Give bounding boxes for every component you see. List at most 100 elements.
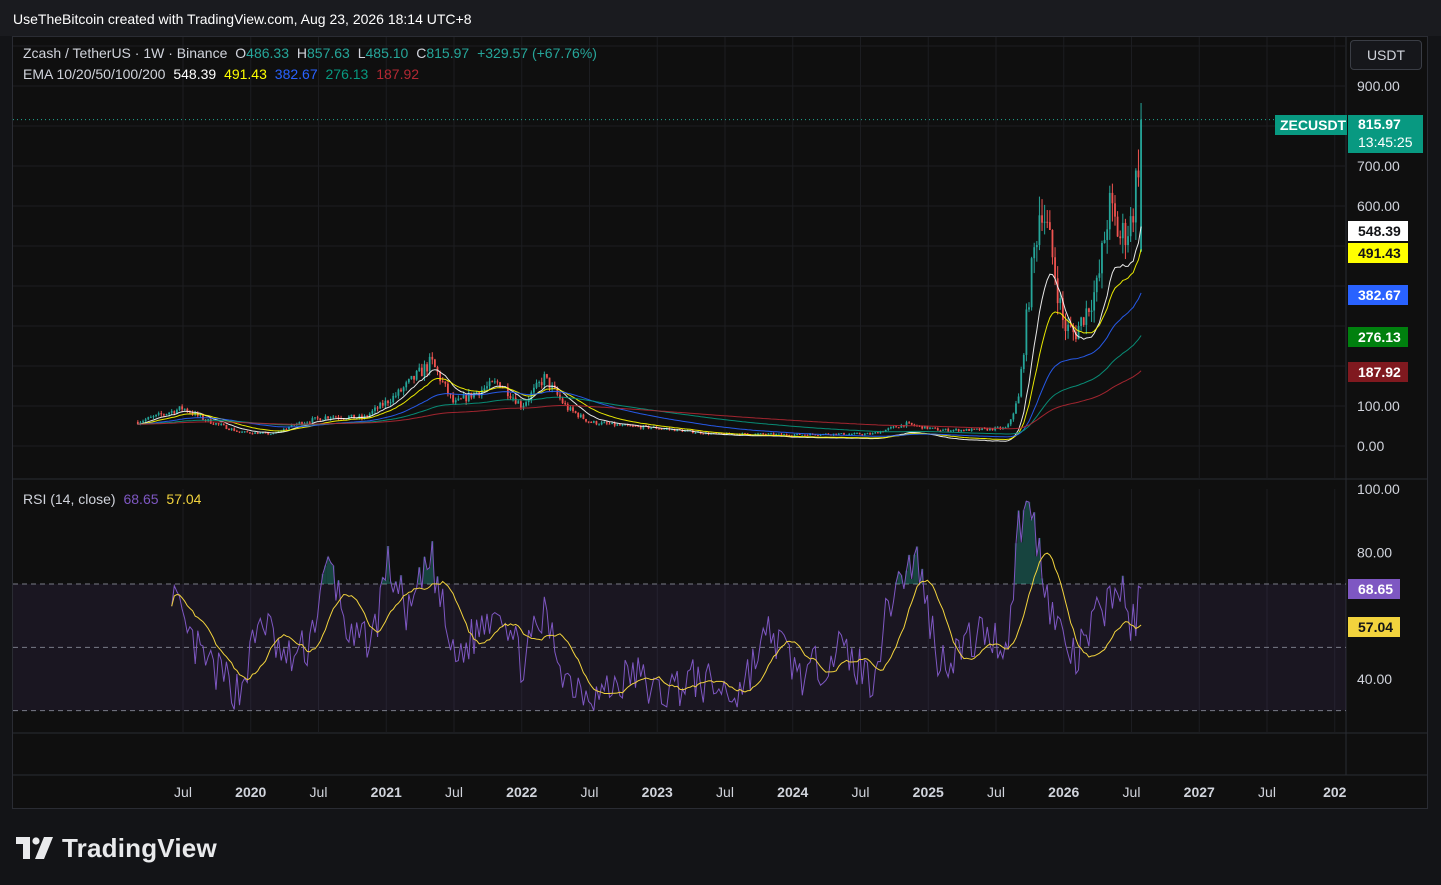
candle-body: [942, 429, 944, 431]
candle-body: [311, 418, 314, 423]
candle-body: [215, 423, 217, 425]
candle-body: [772, 433, 775, 435]
candle-body: [929, 427, 931, 429]
candle-body: [650, 427, 653, 429]
candle-body: [634, 425, 637, 427]
candle-body: [806, 434, 809, 436]
candle-body: [975, 428, 978, 430]
candle-body: [350, 414, 353, 417]
candle-body: [619, 424, 621, 426]
candle-body: [1048, 222, 1051, 230]
candle-body: [314, 417, 316, 419]
candle-body: [981, 428, 984, 431]
candle-body: [694, 432, 697, 434]
candle-body: [228, 429, 230, 431]
candle-body: [447, 383, 449, 394]
candle-body: [486, 386, 488, 389]
candle-body: [410, 375, 413, 380]
candle-body: [230, 428, 233, 430]
candle-body: [525, 402, 527, 406]
candle-body: [1046, 221, 1049, 223]
candle-body: [420, 367, 423, 377]
brand-name: TradingView: [62, 832, 217, 863]
candle-body: [848, 433, 851, 435]
candle-body: [856, 433, 858, 435]
candle-body: [220, 424, 223, 426]
candle-body: [426, 364, 428, 372]
rsi-tick-label: 40.00: [1357, 671, 1392, 687]
candle-body: [256, 432, 259, 434]
candle-body: [1095, 277, 1098, 293]
currency-selector[interactable]: USDT: [1350, 40, 1422, 70]
time-tick-label: 2025: [913, 784, 944, 800]
candle-body: [452, 394, 455, 403]
candle-body: [165, 414, 168, 416]
candle-body: [243, 431, 246, 433]
candle-body: [387, 400, 389, 404]
candle-body: [1132, 216, 1135, 223]
change-value: +329.57 (+67.76%): [477, 45, 597, 61]
candle-body: [298, 422, 301, 424]
candle-body: [457, 398, 460, 401]
candle-body: [595, 421, 598, 425]
candle-body: [561, 398, 564, 404]
candle-body: [329, 417, 332, 419]
candle-body: [780, 433, 783, 435]
time-tick-label: 2020: [235, 784, 266, 800]
candle-body: [1098, 273, 1101, 278]
candle-body: [199, 414, 202, 416]
chart-canvas[interactable]: Jul 2020 Jul 2021 Jul 2022 Jul 2023 Jul 2024 Jul 20…: [0, 0, 1441, 885]
time-tick-label: Jul: [716, 784, 734, 800]
candle-body: [183, 408, 186, 410]
candle-body: [509, 396, 512, 399]
candle-body: [1124, 222, 1127, 246]
candle-body: [533, 387, 535, 393]
candle-body: [376, 407, 379, 409]
candle-body: [1054, 257, 1056, 279]
candle-body: [246, 431, 249, 433]
candle-body: [960, 429, 963, 432]
pane-gap: [13, 479, 1427, 489]
candle-body: [173, 411, 176, 414]
candle-body: [587, 421, 590, 423]
candle-body: [1064, 319, 1067, 332]
last-price-value: 815.97: [1358, 116, 1401, 132]
candle-body: [475, 392, 478, 394]
candle-body: [444, 381, 447, 384]
time-tick-label: 202: [1323, 784, 1347, 800]
ema-50-value: 382.67: [274, 66, 318, 82]
candle-body: [1108, 192, 1111, 230]
ema-10-badge: 548.39: [1348, 221, 1408, 241]
close-value: 815.97: [426, 45, 470, 61]
candle-body: [431, 356, 434, 360]
candle-body: [160, 413, 163, 415]
candle-body: [600, 422, 603, 425]
candle-body: [402, 387, 405, 392]
candle-body: [394, 395, 397, 397]
candle-body: [1012, 413, 1015, 420]
candle-body: [1106, 229, 1109, 241]
candle-body: [423, 364, 426, 377]
candle-body: [389, 402, 392, 404]
candle-body: [259, 432, 262, 434]
ema-line: [137, 370, 1142, 430]
ema-line: [137, 292, 1142, 438]
candle-body: [1121, 222, 1124, 239]
candle-body: [931, 427, 934, 429]
candle-body: [147, 417, 150, 420]
candle-body: [306, 422, 309, 424]
candle-body: [1101, 243, 1103, 274]
rsi-ma-value: 57.04: [166, 491, 202, 507]
candle-body: [251, 433, 254, 435]
candle-body: [798, 433, 801, 435]
candle-body: [1017, 396, 1020, 404]
candle-body: [804, 434, 806, 436]
price-tick-label: 700.00: [1357, 158, 1400, 174]
candle-body: [514, 397, 517, 404]
candle-body: [775, 433, 778, 435]
candle-body: [157, 413, 160, 415]
candle-body: [1015, 403, 1017, 414]
price-tick-label: 0.00: [1357, 438, 1384, 454]
candle-body: [793, 434, 796, 436]
rsi-tick-label: 80.00: [1357, 544, 1392, 560]
